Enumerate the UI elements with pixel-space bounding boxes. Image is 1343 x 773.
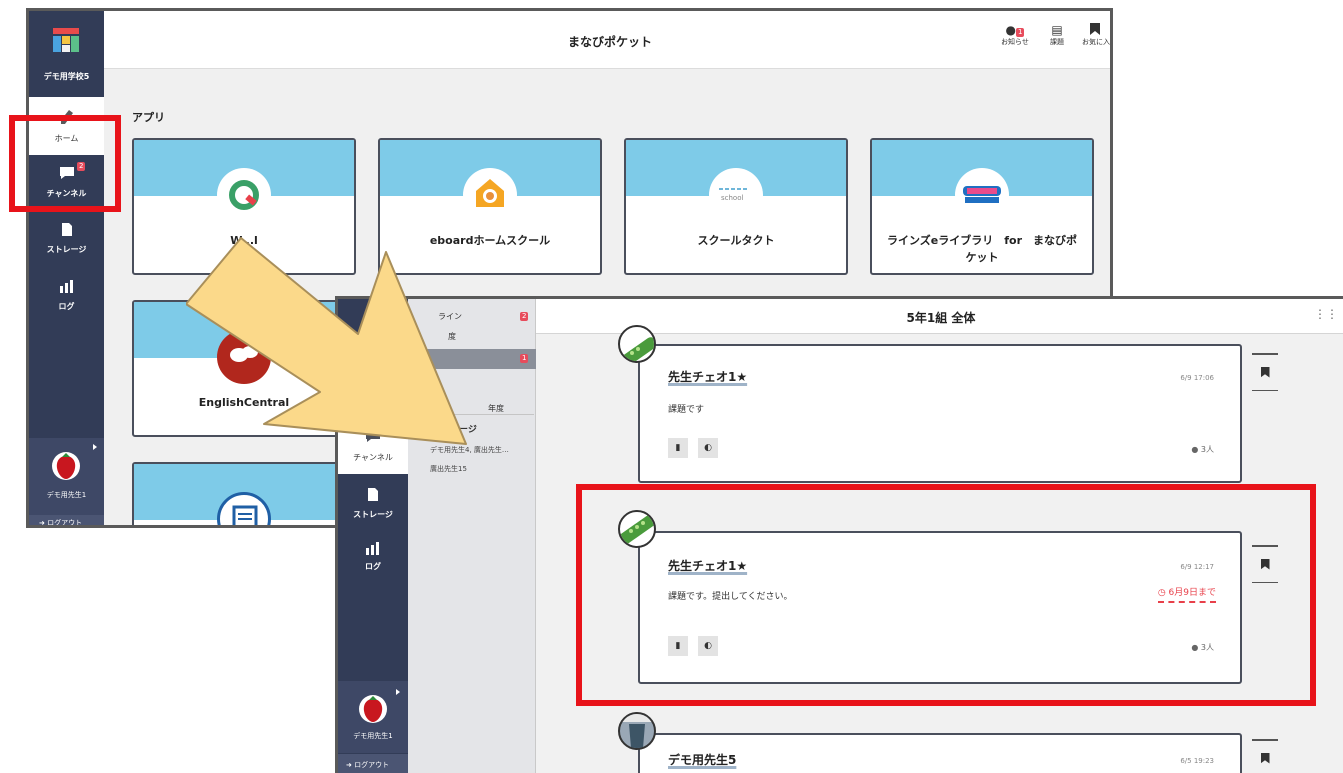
lines-library-logo-icon bbox=[963, 186, 1001, 203]
app-card-lines-library[interactable]: ラインズeライブラリ for まなびポケット bbox=[870, 138, 1094, 275]
schooltakt-logo-icon: school bbox=[719, 188, 747, 202]
cup-icon bbox=[620, 714, 654, 748]
highlight-assignment-post bbox=[576, 484, 1316, 706]
sidebar: デモ用学校5 ホーム 2 チャンネル ストレージ ログ デモ用先生1 ➜ ログア… bbox=[29, 11, 104, 525]
school-logo-icon bbox=[53, 28, 79, 52]
grid-menu-icon[interactable]: ⋮⋮ bbox=[1314, 307, 1338, 321]
comment-icon: ◐ bbox=[704, 443, 712, 453]
app-name: ラインズeライブラリ for まなびポケット bbox=[886, 234, 1077, 264]
bookmark-button[interactable] bbox=[1252, 353, 1278, 391]
top-bar: まなびポケット ● 1 お知らせ ▤ 課題 お気に入 bbox=[104, 11, 1110, 69]
app-card[interactable] bbox=[132, 462, 356, 525]
dm-item[interactable]: 廣出先生15 bbox=[430, 464, 467, 474]
peapod-icon bbox=[620, 337, 654, 361]
favorites-label: お気に入 bbox=[1082, 38, 1110, 46]
avatar bbox=[52, 452, 80, 480]
post-card[interactable]: デモ用先生5 6/5 19:23 bbox=[638, 733, 1242, 773]
transition-arrow-icon bbox=[186, 237, 467, 445]
expand-arrow-icon bbox=[396, 689, 400, 695]
bar-chart-icon bbox=[59, 280, 73, 293]
favorites-button[interactable]: お気に入 bbox=[1082, 23, 1110, 47]
app-logo-icon bbox=[229, 180, 259, 210]
bookmark-icon bbox=[1260, 752, 1270, 764]
channel-group-badge: 2 bbox=[520, 312, 529, 321]
app-name: スクールタクト bbox=[697, 234, 775, 247]
document-icon bbox=[232, 505, 258, 525]
document-icon bbox=[61, 223, 72, 236]
nav-storage-label: ストレージ bbox=[46, 245, 87, 254]
svg-text:school: school bbox=[721, 194, 743, 202]
notifications-label: お知らせ bbox=[1001, 38, 1029, 46]
selected-channel-badge: 1 bbox=[520, 354, 529, 363]
channel-title: 5年1組 全体 bbox=[906, 311, 976, 325]
author-avatar[interactable] bbox=[618, 712, 656, 750]
house-icon bbox=[476, 179, 504, 207]
user-menu[interactable]: デモ用先生1 bbox=[338, 681, 408, 753]
nav-storage-label: ストレージ bbox=[353, 510, 393, 519]
post-body: 課題です bbox=[668, 405, 705, 415]
expand-arrow-icon bbox=[93, 444, 97, 450]
bookmark-icon bbox=[1260, 366, 1270, 378]
bar-chart-icon bbox=[366, 542, 379, 555]
user-name: デモ用先生1 bbox=[353, 732, 393, 740]
highlight-channel-nav bbox=[9, 115, 121, 212]
post-card[interactable]: 先生チェオ1★ 6/9 17:06 課題です ▮ ◐ ● 3人 bbox=[638, 344, 1242, 483]
post-author[interactable]: デモ用先生5 bbox=[668, 751, 736, 768]
nav-log-label: ログ bbox=[58, 302, 75, 311]
assignments-label: 課題 bbox=[1050, 38, 1064, 46]
nav-log-label: ログ bbox=[365, 562, 381, 571]
apps-heading: アプリ bbox=[132, 111, 165, 124]
like-button[interactable]: ▮ bbox=[668, 438, 688, 458]
logout-label: ログアウト bbox=[47, 519, 83, 527]
nav-storage[interactable]: ストレージ bbox=[29, 214, 104, 266]
bookmark-button[interactable] bbox=[1252, 739, 1278, 773]
logout-label: ログアウト bbox=[354, 761, 390, 769]
logout-button[interactable]: ➜ ログアウト bbox=[338, 754, 408, 773]
app-card-schooltakt[interactable]: school スクールタクト bbox=[624, 138, 848, 275]
school-name: デモ用学校5 bbox=[43, 72, 90, 81]
avatar bbox=[359, 695, 387, 723]
nav-log[interactable]: ログ bbox=[338, 537, 408, 587]
user-menu[interactable]: デモ用先生1 bbox=[29, 438, 104, 515]
assignments-button[interactable]: ▤ 課題 bbox=[1044, 23, 1070, 47]
notification-badge: 1 bbox=[1016, 28, 1025, 37]
comment-button[interactable]: ◐ bbox=[698, 438, 718, 458]
logout-button[interactable]: ➜ ログアウト bbox=[29, 515, 104, 527]
post-date: 6/9 17:06 bbox=[1180, 374, 1214, 382]
channel-header: 5年1組 全体 ⋮⋮ bbox=[536, 299, 1343, 334]
read-count: ● 3人 bbox=[1191, 445, 1214, 454]
bookmark-icon bbox=[1090, 23, 1100, 35]
notifications-button[interactable]: ● 1 お知らせ bbox=[999, 23, 1031, 47]
thumb-icon: ▮ bbox=[675, 443, 681, 453]
author-avatar[interactable] bbox=[618, 325, 656, 363]
channel-item[interactable]: 年度 bbox=[488, 403, 504, 414]
nav-log[interactable]: ログ bbox=[29, 273, 104, 325]
nav-storage[interactable]: ストレージ bbox=[338, 481, 408, 531]
app-title: まなびポケット bbox=[567, 35, 652, 49]
document-icon bbox=[368, 488, 378, 501]
post-date: 6/5 19:23 bbox=[1180, 757, 1214, 765]
eye-icon: ● bbox=[1191, 445, 1199, 454]
bell-icon: ● bbox=[1005, 23, 1016, 37]
post-author[interactable]: 先生チェオ1★ bbox=[668, 368, 747, 385]
assignment-icon: ▤ bbox=[1051, 23, 1063, 37]
user-name: デモ用先生1 bbox=[46, 491, 87, 499]
